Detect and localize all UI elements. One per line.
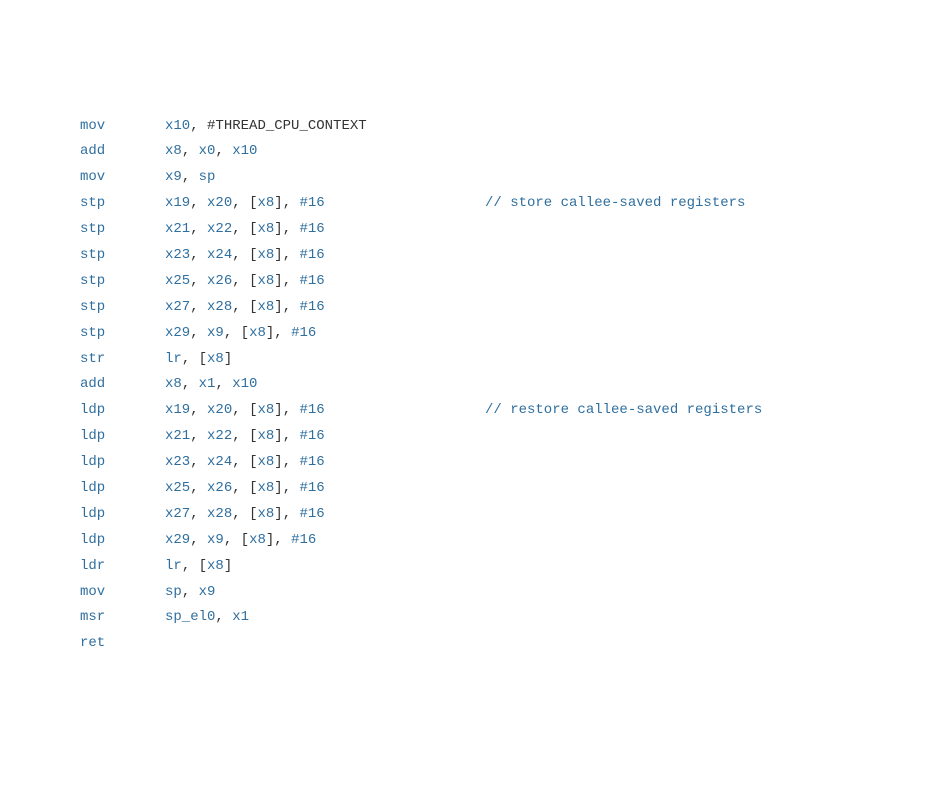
code-line: ldpx19, x20, [x8], #16// restore callee-… (80, 398, 938, 424)
code-line: ldpx29, x9, [x8], #16 (80, 528, 938, 554)
code-line: ldrlr, [x8] (80, 554, 938, 580)
operands: lr, [x8] (165, 554, 485, 580)
code-line: stpx27, x28, [x8], #16 (80, 295, 938, 321)
mnemonic: ldp (80, 476, 165, 502)
operands: lr, [x8] (165, 347, 485, 373)
mnemonic: add (80, 139, 165, 165)
operands: x21, x22, [x8], #16 (165, 217, 485, 243)
operands: x19, x20, [x8], #16 (165, 191, 485, 217)
mnemonic: ldr (80, 554, 165, 580)
operands: x21, x22, [x8], #16 (165, 424, 485, 450)
operands: x8, x1, x10 (165, 372, 485, 398)
code-line: stpx19, x20, [x8], #16// store callee-sa… (80, 191, 938, 217)
mnemonic: ldp (80, 398, 165, 424)
mnemonic: stp (80, 321, 165, 347)
operands: x10, #THREAD_CPU_CONTEXT (165, 114, 485, 140)
comment: // restore callee-saved registers (485, 402, 762, 418)
code-line: stpx25, x26, [x8], #16 (80, 269, 938, 295)
operands: x23, x24, [x8], #16 (165, 450, 485, 476)
code-line: ldpx21, x22, [x8], #16 (80, 424, 938, 450)
operands: x27, x28, [x8], #16 (165, 502, 485, 528)
mnemonic: ldp (80, 424, 165, 450)
code-line: addx8, x1, x10 (80, 372, 938, 398)
mnemonic: mov (80, 114, 165, 140)
mnemonic: stp (80, 217, 165, 243)
mnemonic: stp (80, 295, 165, 321)
operands: x27, x28, [x8], #16 (165, 295, 485, 321)
comment: // store callee-saved registers (485, 195, 745, 211)
mnemonic: ldp (80, 450, 165, 476)
operands: x29, x9, [x8], #16 (165, 528, 485, 554)
code-line: movx10, #THREAD_CPU_CONTEXT (80, 114, 938, 140)
mnemonic: ldp (80, 528, 165, 554)
code-line: stpx29, x9, [x8], #16 (80, 321, 938, 347)
code-line: stpx21, x22, [x8], #16 (80, 217, 938, 243)
operands: x8, x0, x10 (165, 139, 485, 165)
operands: x25, x26, [x8], #16 (165, 269, 485, 295)
mnemonic: stp (80, 269, 165, 295)
code-line: movx9, sp (80, 165, 938, 191)
mnemonic: msr (80, 605, 165, 631)
assembly-code-block: movx10, #THREAD_CPU_CONTEXTaddx8, x0, x1… (80, 114, 938, 658)
code-line: ret (80, 631, 938, 657)
mnemonic: mov (80, 580, 165, 606)
operands: x29, x9, [x8], #16 (165, 321, 485, 347)
operands: x23, x24, [x8], #16 (165, 243, 485, 269)
mnemonic: add (80, 372, 165, 398)
code-line: ldpx23, x24, [x8], #16 (80, 450, 938, 476)
code-line: movsp, x9 (80, 580, 938, 606)
operands: x9, sp (165, 165, 485, 191)
operands: sp, x9 (165, 580, 485, 606)
operands: sp_el0, x1 (165, 605, 485, 631)
code-line: msrsp_el0, x1 (80, 605, 938, 631)
mnemonic: ldp (80, 502, 165, 528)
mnemonic: str (80, 347, 165, 373)
mnemonic: ret (80, 631, 165, 657)
code-line: ldpx25, x26, [x8], #16 (80, 476, 938, 502)
code-line: addx8, x0, x10 (80, 139, 938, 165)
operands: x25, x26, [x8], #16 (165, 476, 485, 502)
code-line: ldpx27, x28, [x8], #16 (80, 502, 938, 528)
code-line: strlr, [x8] (80, 347, 938, 373)
mnemonic: stp (80, 243, 165, 269)
mnemonic: stp (80, 191, 165, 217)
code-line: stpx23, x24, [x8], #16 (80, 243, 938, 269)
operands: x19, x20, [x8], #16 (165, 398, 485, 424)
mnemonic: mov (80, 165, 165, 191)
